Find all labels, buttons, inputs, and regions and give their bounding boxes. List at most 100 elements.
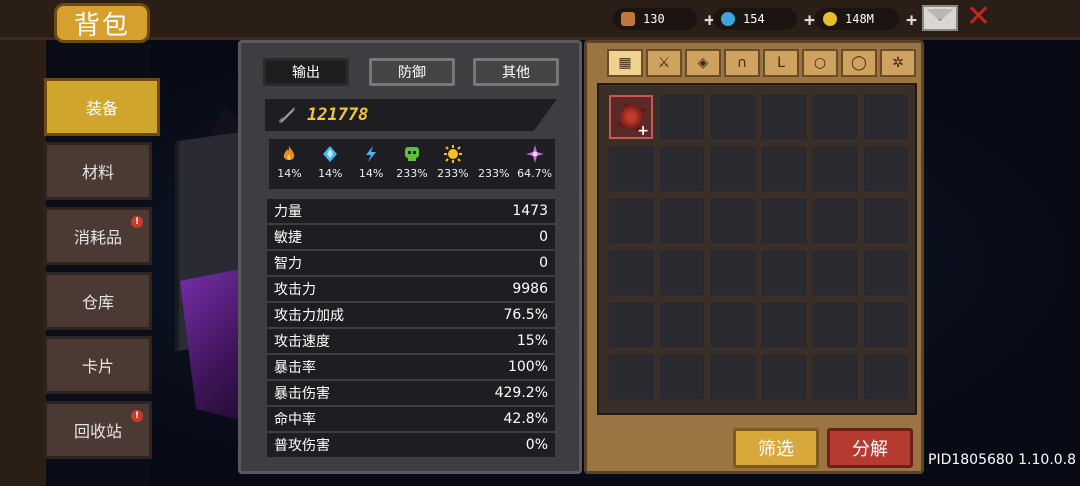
inventory-slot[interactable] (711, 303, 755, 347)
top-bar (0, 0, 1080, 40)
inventory-slot[interactable] (660, 355, 704, 399)
ice-icon (323, 146, 338, 162)
nav-warehouse[interactable]: 仓库 (44, 272, 152, 330)
equipment-item-slot[interactable] (609, 95, 653, 139)
resource-gem[interactable]: 154 + (713, 8, 815, 31)
stats-list: 力量 1473 敏捷 0 智力 0 攻击力 9986 攻击力加成 76.5% 攻击速度 15… (267, 199, 555, 459)
inventory-slot[interactable] (813, 147, 857, 191)
inventory-slot[interactable] (864, 355, 908, 399)
stat-row: 攻击速度 15% (267, 329, 555, 355)
inventory-slot[interactable] (660, 147, 704, 191)
inventory-slot[interactable] (864, 95, 908, 139)
nav-cards[interactable]: 卡片 (44, 336, 152, 394)
ring-icon[interactable]: ◯ (841, 49, 877, 77)
inventory-slot[interactable] (609, 199, 653, 243)
element-lightning: 14% (351, 139, 392, 189)
resource-coin[interactable]: 148M + (815, 8, 917, 31)
gear-icon[interactable]: ✲ (880, 49, 916, 77)
inventory-slot[interactable] (762, 355, 806, 399)
stat-row: 命中率 42.8% (267, 407, 555, 433)
inventory-slot[interactable] (864, 199, 908, 243)
inventory-slot[interactable] (609, 251, 653, 295)
nav-equipment[interactable]: 装备 (44, 78, 160, 136)
page-title: 背包 (54, 3, 150, 43)
inventory-slot[interactable] (711, 355, 755, 399)
element-fire: 14% (269, 139, 310, 189)
resource-meat[interactable]: 130 + (613, 8, 715, 31)
inventory-grid (597, 83, 917, 415)
inventory-slot[interactable] (609, 147, 653, 191)
all-grid-icon[interactable]: ▦ (607, 49, 643, 77)
stat-row: 智力 0 (267, 251, 555, 277)
filter-button[interactable]: 筛选 (733, 428, 819, 468)
decompose-button[interactable]: 分解 (827, 428, 913, 468)
meat-icon (621, 12, 635, 26)
boots-icon[interactable]: L (763, 49, 799, 77)
sword-icon (278, 106, 295, 123)
inventory-slot[interactable] (762, 95, 806, 139)
inventory-slot[interactable] (864, 251, 908, 295)
element-ice: 14% (310, 139, 351, 189)
side-rail (0, 40, 46, 486)
inventory-slot[interactable] (762, 251, 806, 295)
stat-row: 攻击力加成 76.5% (267, 303, 555, 329)
arcane-icon (525, 145, 544, 163)
stat-row: 敏捷 0 (267, 225, 555, 251)
inventory-slot[interactable] (813, 303, 857, 347)
inventory-slot[interactable] (813, 95, 857, 139)
inventory-slot[interactable] (609, 303, 653, 347)
weapon-icon[interactable]: ⚔ (646, 49, 682, 77)
inventory-slot[interactable] (762, 303, 806, 347)
nav-recycle-bin[interactable]: 回收站! (44, 401, 152, 459)
nav-materials[interactable]: 材料 (44, 142, 152, 200)
element-bonus-row: 14% 14% 14% 233% 233% 233% 64.7% (269, 139, 555, 189)
element-dark: 233% (473, 139, 514, 189)
necklace-icon[interactable]: ○ (802, 49, 838, 77)
close-icon[interactable]: ✕ (966, 2, 991, 32)
inventory-slot[interactable] (813, 355, 857, 399)
inventory-slot[interactable] (609, 355, 653, 399)
gem-icon (721, 12, 735, 26)
armor-icon[interactable]: ◈ (685, 49, 721, 77)
element-light: 233% (432, 139, 473, 189)
stat-row: 普攻伤害 0% (267, 433, 555, 459)
stats-panel: 输出 防御 其他 121778 14% 14% 14% 233% 233% 23… (238, 40, 582, 474)
inventory-slot[interactable] (660, 95, 704, 139)
lightning-icon (366, 146, 377, 162)
inventory-slot[interactable] (813, 199, 857, 243)
coin-icon (823, 12, 837, 26)
inventory-slot[interactable] (711, 95, 755, 139)
inventory-slot[interactable] (711, 199, 755, 243)
tab-defense[interactable]: 防御 (369, 58, 455, 86)
dark-moon-icon (488, 146, 497, 162)
inventory-slot[interactable] (711, 147, 755, 191)
stat-row: 攻击力 9986 (267, 277, 555, 303)
category-tabs: ▦ ⚔ ◈ ∩ L ○ ◯ ✲ (607, 49, 916, 77)
add-gem-button[interactable]: + (804, 10, 815, 31)
fire-icon (284, 146, 295, 160)
nav-consumables[interactable]: 消耗品! (44, 207, 152, 265)
inventory-slot[interactable] (711, 251, 755, 295)
combat-power: 121778 (265, 99, 557, 131)
poison-skull-icon (405, 147, 419, 161)
helmet-icon[interactable]: ∩ (724, 49, 760, 77)
inventory-slot[interactable] (762, 199, 806, 243)
alert-badge: ! (131, 216, 143, 228)
inventory-slot[interactable] (864, 147, 908, 191)
stat-row: 力量 1473 (267, 199, 555, 225)
version-label: PID1805680 1.10.0.8 (928, 452, 1077, 468)
add-coin-button[interactable]: + (906, 10, 917, 31)
inventory-slot[interactable] (660, 251, 704, 295)
element-arcane: 64.7% (514, 139, 555, 189)
tab-other[interactable]: 其他 (473, 58, 559, 86)
inventory-panel: ▦ ⚔ ◈ ∩ L ○ ◯ ✲ 筛选 分解 (584, 40, 924, 474)
inventory-slot[interactable] (813, 251, 857, 295)
mail-icon[interactable] (922, 5, 958, 31)
stat-row: 暴击伤害 429.2% (267, 381, 555, 407)
inventory-slot[interactable] (660, 199, 704, 243)
inventory-slot[interactable] (660, 303, 704, 347)
alert-badge: ! (131, 410, 143, 422)
tab-output[interactable]: 输出 (263, 58, 349, 86)
inventory-slot[interactable] (864, 303, 908, 347)
inventory-slot[interactable] (762, 147, 806, 191)
